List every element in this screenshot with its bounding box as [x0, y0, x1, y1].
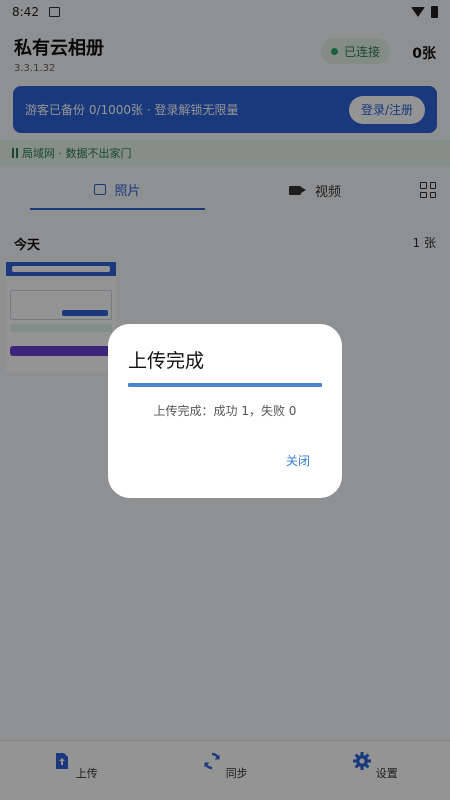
close-button[interactable]: 关闭: [280, 450, 316, 471]
upload-complete-dialog: 上传完成 上传完成：成功 1，失败 0 关闭: [108, 324, 342, 498]
upload-progress-bar: [128, 383, 322, 387]
dialog-message: 上传完成：成功 1，失败 0: [153, 404, 297, 418]
dialog-title: 上传完成: [128, 350, 205, 372]
